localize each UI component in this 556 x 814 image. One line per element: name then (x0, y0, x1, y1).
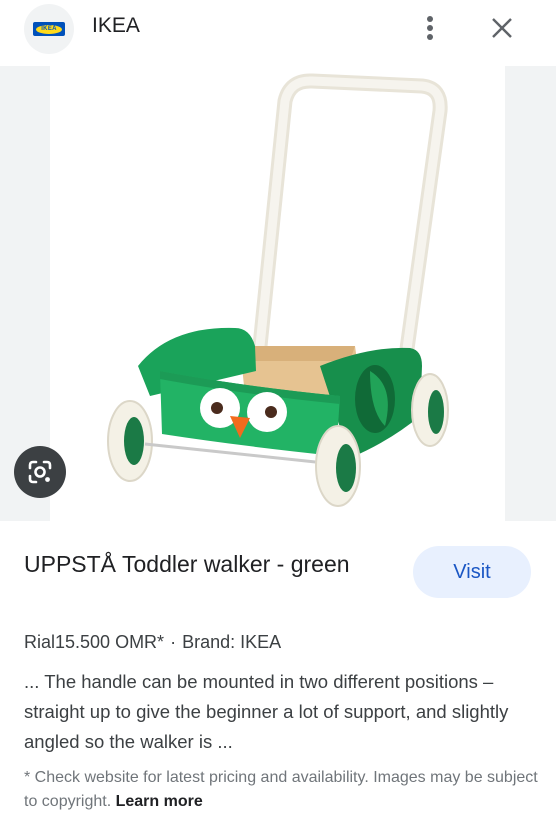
disclaimer-text: * Check website for latest pricing and a… (24, 769, 538, 810)
site-name[interactable]: IKEA (92, 14, 140, 38)
google-lens-button[interactable] (14, 446, 66, 498)
visit-button[interactable]: Visit (413, 546, 531, 598)
top-bar: IKEA IKEA (0, 0, 556, 64)
product-meta: Rial15.500 OMR* · Brand: IKEA (24, 632, 281, 653)
ikea-logo-icon: IKEA (33, 22, 65, 36)
close-button[interactable] (484, 10, 520, 46)
price: Rial15.500 OMR* (24, 632, 165, 652)
separator: · (170, 632, 177, 652)
learn-more-link[interactable]: Learn more (116, 793, 203, 810)
image-preview-area (0, 66, 556, 521)
product-description: ... The handle can be mounted in two dif… (24, 671, 509, 752)
more-options-button[interactable] (416, 10, 444, 46)
product-title: UPPSTÅ Toddler walker - green (24, 551, 350, 577)
google-lens-icon (28, 460, 52, 484)
more-vert-icon (427, 16, 433, 40)
toddler-walker-image (107, 73, 449, 507)
close-icon (492, 18, 512, 38)
disclaimer: * Check website for latest pricing and a… (24, 766, 544, 814)
brand: Brand: IKEA (182, 632, 282, 652)
site-logo[interactable]: IKEA (24, 4, 74, 54)
product-image[interactable] (50, 66, 505, 521)
